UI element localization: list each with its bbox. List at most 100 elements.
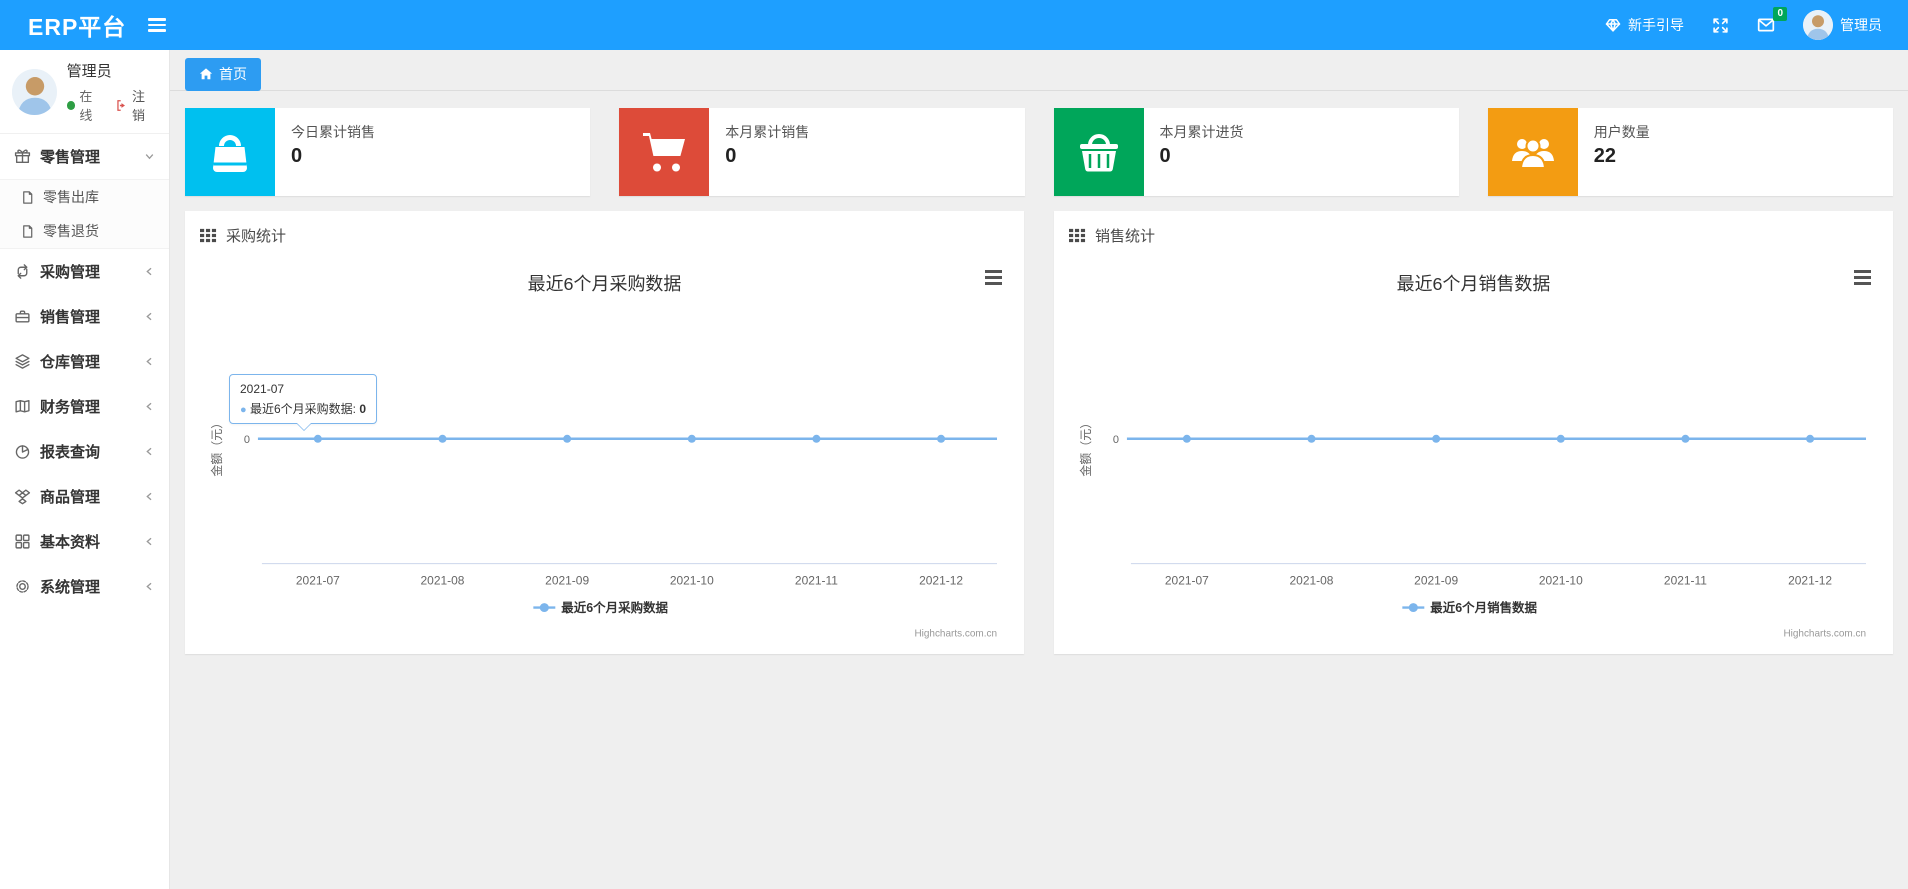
svg-text:2021-08: 2021-08 [421,574,465,588]
online-status-label: 在线 [79,89,93,123]
sidebar-item-retail-outbound[interactable]: 零售出库 [0,180,169,214]
svg-text:2021-08: 2021-08 [1290,574,1334,588]
chevron-left-icon [146,492,152,501]
guide-button[interactable]: 新手引导 [1605,15,1684,35]
sidebar-menu: 零售管理 零售出库 零售退货 采购管理 销售管理 仓库管理 财务管理 报表查询 … [0,134,169,609]
svg-text:最近6个月销售数据: 最近6个月销售数据 [1430,600,1537,615]
stat-card-today-sales[interactable]: 今日累计销售 0 [185,108,591,196]
panel-title: 销售统计 [1095,228,1156,245]
file-icon [23,190,33,204]
stat-card-month-sales[interactable]: 本月累计销售 0 [619,108,1025,196]
main-content: 首页 今日累计销售 0 本月累计销售 0 本月累计进货 0 用户数量 22 采购… [170,50,1908,889]
svg-text:最近6个月销售数据: 最近6个月销售数据 [1397,274,1551,294]
stat-card-user-count[interactable]: 用户数量 22 [1487,108,1893,196]
chevron-left-icon [146,537,152,546]
purchase-chart-area: 2021-07 ● 最近6个月采购数据: 0 最近6个月采购数据金额（元） 0 20… [185,256,1024,654]
messages-button[interactable]: 0 [1757,7,1787,34]
panel-title: 采购统计 [226,228,287,245]
chevron-left-icon [146,447,152,456]
svg-text:Highcharts.com.cn: Highcharts.com.cn [914,629,997,640]
card-label: 用户数量 [1593,124,1650,140]
sidebar-username: 管理员 [66,63,112,80]
fullscreen-button[interactable] [1712,17,1729,34]
chart-export-menu-button[interactable] [985,270,1002,288]
logout-button[interactable]: 注销 [116,86,157,124]
grid-icon [15,534,30,549]
card-value: 0 [725,145,737,167]
guide-label: 新手引导 [1628,17,1684,33]
chevron-left-icon [146,267,152,276]
tab-bar: 首页 [170,50,1908,91]
sidebar-item-retail-return[interactable]: 零售退货 [0,214,169,248]
svg-text:2021-07: 2021-07 [1165,574,1209,588]
sidebar-item-reports[interactable]: 报表查询 [0,429,169,474]
chevron-left-icon [146,582,152,591]
tab-home[interactable]: 首页 [185,58,261,91]
card-value: 0 [291,145,303,167]
card-value: 22 [1593,145,1616,167]
svg-text:2021-07: 2021-07 [296,574,340,588]
sidebar: 管理员 在线 注销 零售管理 零售出库 零售退货 采购管理 销售管理 仓库管理 … [0,50,170,889]
top-navbar: ERP平台 新手引导 0 管理员 [0,0,1908,50]
avatar [1803,10,1833,40]
sidebar-item-goods[interactable]: 商品管理 [0,474,169,519]
chart-export-menu-button[interactable] [1854,270,1871,288]
sales-chart-area: 最近6个月销售数据 金额（元） 0 2021-07 2021-08 2021-09 2021… [1054,256,1893,654]
sidebar-item-finance[interactable]: 财务管理 [0,384,169,429]
svg-text:金额（元）: 金额（元） [1078,417,1093,477]
envelope-icon [1757,18,1775,32]
file-icon [23,224,33,238]
ledger-icon [15,399,30,413]
chart-tooltip: 2021-07 ● 最近6个月采购数据: 0 [229,374,378,431]
briefcase-icon [15,310,30,323]
sidebar-item-retail[interactable]: 零售管理 [0,134,169,179]
retail-submenu: 零售出库 零售退货 [0,179,169,249]
avatar [12,69,57,115]
svg-text:2021-12: 2021-12 [919,574,963,588]
sign-out-icon [117,99,126,111]
sales-line-chart[interactable]: 最近6个月销售数据金额（元） 02021-07 2021-08 2021-09 2021… [1069,256,1878,646]
message-count-badge: 0 [1773,7,1787,21]
svg-text:2021-09: 2021-09 [1414,574,1458,588]
svg-text:最近6个月采购数据: 最近6个月采购数据 [528,274,682,294]
card-label: 今日累计销售 [291,124,375,140]
stat-cards-row: 今日累计销售 0 本月累计销售 0 本月累计进货 0 用户数量 22 [185,108,1893,196]
username-label: 管理员 [1840,17,1882,33]
card-label: 本月累计销售 [725,124,810,140]
svg-text:0: 0 [244,434,250,446]
gear-icon [16,580,29,593]
chevron-left-icon [146,402,152,411]
svg-text:Highcharts.com.cn: Highcharts.com.cn [1783,629,1866,640]
th-grid-icon [1069,228,1086,243]
svg-text:2021-10: 2021-10 [670,574,714,588]
sidebar-item-sales[interactable]: 销售管理 [0,294,169,339]
svg-text:2021-10: 2021-10 [1539,574,1583,588]
users-icon [1487,108,1578,196]
sidebar-toggle-icon[interactable] [148,15,167,35]
sidebar-item-system[interactable]: 系统管理 [0,564,169,609]
purchase-line-chart[interactable]: 最近6个月采购数据金额（元） 0 2021-07 2021-08 2021-09 2021… [200,256,1009,646]
svg-text:2021-11: 2021-11 [795,574,838,588]
online-status-dot [66,100,76,110]
svg-text:0: 0 [1113,434,1119,446]
user-menu[interactable]: 管理员 [1803,10,1882,40]
fullscreen-icon [1713,17,1728,33]
chart-panels-row: 采购统计 2021-07 ● 最近6个月采购数据: 0 最近6个月采购数据金额（… [185,211,1893,654]
layers-icon [15,354,30,369]
home-icon [199,68,213,80]
app-brand: ERP平台 [28,14,127,40]
sidebar-item-warehouse[interactable]: 仓库管理 [0,339,169,384]
shopping-cart-icon [619,108,710,196]
svg-text:2021-09: 2021-09 [545,574,589,588]
shopping-basket-icon [1053,108,1144,196]
stat-card-month-purchase[interactable]: 本月累计进货 0 [1053,108,1459,196]
card-value: 0 [1159,145,1171,167]
chevron-left-icon [146,357,152,366]
sidebar-item-basic-data[interactable]: 基本资料 [0,519,169,564]
box-icon [14,489,31,505]
sidebar-item-purchase[interactable]: 采购管理 [0,249,169,294]
pie-chart-icon [15,445,30,459]
svg-text:金额（元）: 金额（元） [209,417,224,477]
repeat-icon [17,264,28,279]
card-label: 本月累计进货 [1159,124,1244,140]
